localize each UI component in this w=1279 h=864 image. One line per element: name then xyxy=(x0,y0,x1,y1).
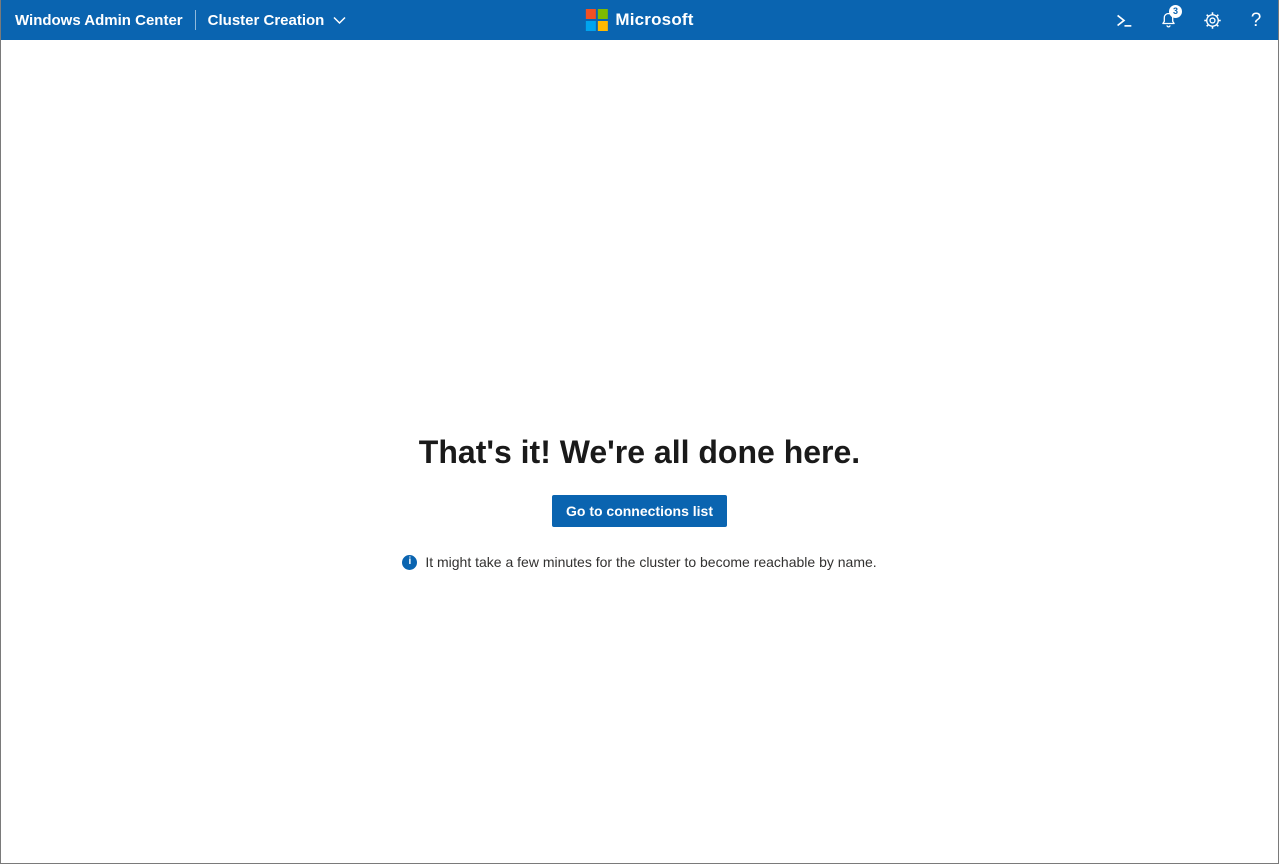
help-button[interactable]: ? xyxy=(1234,0,1278,40)
topbar-actions: 3 ? xyxy=(1102,0,1278,40)
info-row: i It might take a few minutes for the cl… xyxy=(1,554,1278,570)
brand-name: Microsoft xyxy=(615,10,694,29)
microsoft-logo: Microsoft xyxy=(585,9,693,31)
page-heading: That's it! We're all done here. xyxy=(418,434,861,470)
notifications-button[interactable]: 3 xyxy=(1146,0,1190,40)
go-to-connections-button[interactable]: Go to connections list xyxy=(551,495,727,527)
logo-square-red xyxy=(585,9,596,19)
info-icon: i xyxy=(402,554,418,570)
notification-badge: 3 xyxy=(1169,5,1182,18)
chevron-down-icon xyxy=(333,16,346,25)
main-content: That's it! We're all done here. Go to co… xyxy=(1,40,1278,570)
logo-square-green xyxy=(597,9,608,19)
microsoft-logo-squares xyxy=(585,9,608,31)
logo-square-yellow xyxy=(597,21,608,31)
gear-icon xyxy=(1202,10,1223,31)
topbar-left: Windows Admin Center Cluster Creation xyxy=(1,10,346,30)
solution-picker[interactable]: Cluster Creation xyxy=(208,12,347,29)
solution-title: Cluster Creation xyxy=(207,11,325,29)
info-text: It might take a few minutes for the clus… xyxy=(425,554,877,570)
app-title-link[interactable]: Windows Admin Center xyxy=(15,12,183,29)
powershell-button[interactable] xyxy=(1102,0,1146,40)
windows-admin-center-window: Windows Admin Center Cluster Creation Mi… xyxy=(0,0,1279,864)
logo-square-blue xyxy=(585,21,596,31)
topbar: Windows Admin Center Cluster Creation Mi… xyxy=(1,0,1278,40)
topbar-divider xyxy=(194,10,196,30)
settings-button[interactable] xyxy=(1190,0,1234,40)
question-mark-icon: ? xyxy=(1250,9,1262,31)
powershell-icon xyxy=(1113,9,1135,31)
